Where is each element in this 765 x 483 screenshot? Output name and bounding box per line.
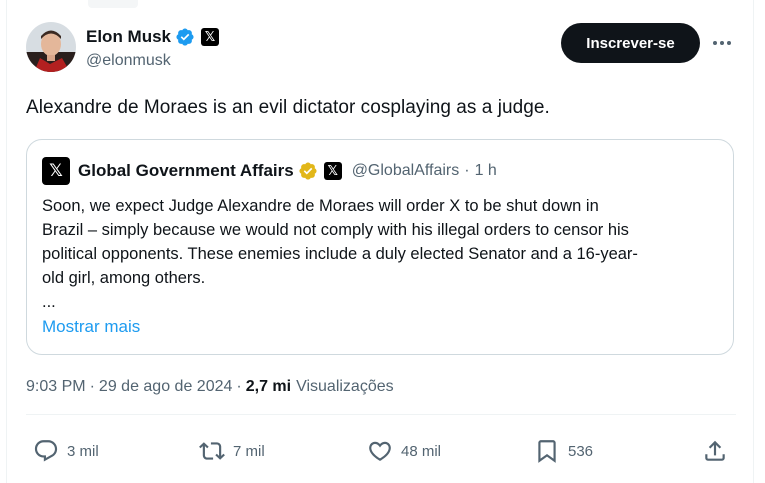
quote-avatar: 𝕏 [42,157,70,185]
repost-button[interactable]: 7 mil [199,434,265,468]
heart-icon [369,441,391,461]
repost-count: 7 mil [233,442,265,460]
like-button[interactable]: 48 mil [367,434,441,468]
bookmark-count: 536 [568,442,594,460]
quote-header: 𝕏 Global Government Affairs 𝕏 @GlobalAff… [42,157,497,185]
reply-count: 3 mil [67,442,99,460]
meta-separator: · [89,378,95,395]
top-fade [88,0,138,8]
gold-verified-badge-icon [298,161,318,181]
verified-badge-icon[interactable] [175,27,195,47]
tweet-text: Alexandre de Moraes is an evil dictator … [26,97,550,118]
frame-border-left [6,0,7,483]
share-button[interactable] [702,434,728,468]
views-label: Visualizações [296,378,394,395]
views-count: 2,7 mi [245,378,292,395]
reply-button[interactable]: 3 mil [33,434,99,468]
tweet-header: Elon Musk 𝕏 @elonmusk Inscrever-se [26,22,736,76]
reply-icon [34,440,58,462]
like-count: 48 mil [401,442,442,460]
meta-separator: · [236,378,242,395]
bookmark-button[interactable]: 536 [534,434,593,468]
tweet-time[interactable]: 9:03 PM [26,378,86,396]
quote-text-line: Soon, we expect Judge Alexandre de Morae… [42,197,599,215]
avatar[interactable] [26,22,76,72]
quote-separator: · [464,162,470,179]
author-name[interactable]: Elon Musk [86,27,171,47]
action-bar: 3 mil 7 mil 48 mil 536 [0,434,765,470]
divider [26,414,736,415]
quote-text-ellipsis: ... [42,293,56,311]
quote-text-line: political opponents. These enemies inclu… [42,245,638,263]
quote-text: Soon, we expect Judge Alexandre de Morae… [42,194,722,314]
author-handle[interactable]: @elonmusk [86,52,171,70]
quote-text-line: old girl, among others. [42,269,206,287]
frame-border-right [753,0,754,483]
tweet-date[interactable]: 29 de ago de 2024 [99,378,232,396]
tweet-metadata: 9:03 PM · 29 de ago de 2024 · 2,7 mi Vis… [26,378,394,396]
author-name-row: Elon Musk 𝕏 [86,26,220,48]
x-logo-icon: 𝕏 [201,28,220,46]
show-more-link[interactable]: Mostrar mais [42,317,140,337]
follow-button[interactable]: Inscrever-se [561,23,700,63]
bookmark-icon [538,440,556,463]
quote-text-line: Brazil – simply because we would not com… [42,221,629,239]
x-logo-icon: 𝕏 [323,162,342,180]
share-icon [705,440,725,461]
quote-author-handle: @GlobalAffairs [351,162,460,179]
quoted-tweet[interactable]: 𝕏 Global Government Affairs 𝕏 @GlobalAff… [26,139,734,355]
quote-timestamp[interactable]: 1 h [475,162,497,180]
more-horizontal-icon[interactable] [709,33,735,53]
repost-icon [199,442,225,460]
quote-author-name: Global Government Affairs [78,161,294,180]
